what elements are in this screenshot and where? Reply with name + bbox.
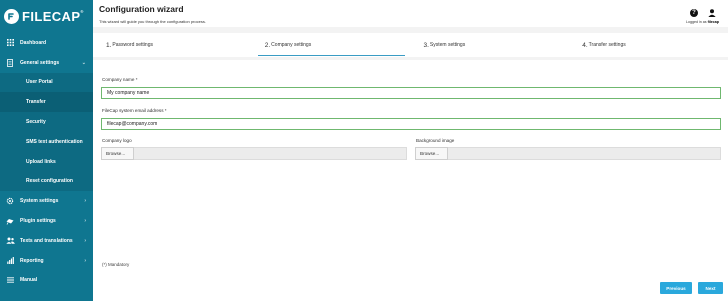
chevron-right-icon: › [84,237,86,244]
company-settings-form: Company name * My company name FileCap s… [93,60,728,270]
company-name-input[interactable]: My company name [101,87,721,99]
sidebar-item-upload-links[interactable]: Upload links [0,151,93,172]
sidebar-item-label: Manual [20,277,38,284]
company-logo-label: Company logo [102,138,132,143]
sidebar-item-label: Transfer [26,99,46,106]
plugin-icon [5,218,15,225]
sidebar-item-label: Texts and translations [20,237,73,244]
sidebar-item-label: Upload links [26,158,56,165]
document-icon [5,58,15,67]
background-image-file-field[interactable] [448,147,721,160]
sidebar-item-label: User Portal [26,79,53,86]
sidebar: FILECAP® Dashboard General settings ⌄ Us… [0,0,93,301]
next-button[interactable]: Next [698,282,723,294]
page-title: Configuration wizard [99,4,184,14]
previous-button[interactable]: Previous [660,282,692,294]
user-icon[interactable] [708,9,716,17]
sidebar-item-reporting[interactable]: Reporting › [0,251,93,271]
step-password-settings[interactable]: 1. Password settings [93,33,252,57]
wizard-steps: 1. Password settings 2. Company settings 3… [93,33,728,57]
step-system-settings[interactable]: 3. System settings [411,33,570,57]
sidebar-item-user-portal[interactable]: User Portal [0,72,93,93]
sidebar-item-label: SMS text authentication [26,138,83,145]
header-icons: ? [690,9,716,17]
users-icon [5,237,15,245]
company-logo-browse-button[interactable]: Browse... [101,147,134,160]
sidebar-item-label: Plugin settings [20,218,56,225]
page-header: Configuration wizard This wizard will gu… [93,0,728,27]
chevron-right-icon: › [84,257,86,264]
brand[interactable]: FILECAP® [0,0,93,33]
logged-in-as: Logged in as filecap [686,20,719,24]
sidebar-item-general-settings[interactable]: General settings ⌄ [0,53,93,73]
filecap-logo-icon [4,9,19,24]
sidebar-item-label: Reporting [20,257,44,264]
sidebar-item-reset-configuration[interactable]: Reset configuration [0,171,93,192]
sidebar-item-plugin-settings[interactable]: Plugin settings › [0,211,93,231]
chevron-right-icon: › [84,198,86,205]
sidebar-item-security[interactable]: Security [0,112,93,132]
sidebar-item-label: Security [26,119,46,126]
sidebar-item-label: General settings [20,59,60,66]
sidebar-item-label: Dashboard [20,39,47,46]
gear-icon [5,197,15,205]
company-logo-upload: Browse... [101,147,407,160]
sidebar-item-label: Reset configuration [26,178,73,185]
chevron-down-icon: ⌄ [81,59,86,66]
sidebar-item-label: System settings [20,198,59,205]
step-transfer-settings[interactable]: 4. Transfer settings [569,33,728,57]
menu-icon [5,277,15,284]
sidebar-item-texts-and-translations[interactable]: Texts and translations › [0,231,93,251]
chevron-right-icon: › [84,218,86,225]
help-icon[interactable]: ? [690,9,698,17]
company-logo-file-field[interactable] [134,147,407,160]
company-name-label: Company name * [102,77,138,82]
brand-name: FILECAP® [22,9,84,24]
bar-chart-icon [5,257,15,265]
email-label: FileCap system email address * [102,108,167,113]
sidebar-nav: Dashboard General settings ⌄ User Portal… [0,33,93,290]
sidebar-item-system-settings[interactable]: System settings › [0,191,93,211]
sidebar-item-sms-text-authentication[interactable]: SMS text authentication [0,131,93,152]
page-subtitle: This wizard will guide you through the c… [99,19,206,24]
username: filecap [707,20,719,24]
step-company-settings[interactable]: 2. Company settings [252,33,411,57]
mandatory-note: (*) Mandatory [102,262,130,267]
background-image-browse-button[interactable]: Browse... [415,147,448,160]
wizard-footer: Previous Next [93,270,728,301]
background-image-label: Background image [416,138,455,143]
background-image-upload: Browse... [415,147,721,160]
sidebar-item-manual[interactable]: Manual [0,271,93,291]
email-input[interactable]: filecap@company.com [101,118,721,130]
sidebar-item-transfer[interactable]: Transfer [0,92,93,113]
grid-icon [5,39,15,47]
sidebar-item-dashboard[interactable]: Dashboard [0,33,93,53]
